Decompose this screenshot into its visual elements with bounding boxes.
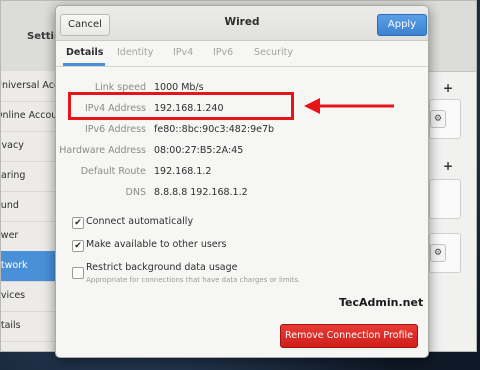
hardware-address-value: 08:00:27:B5:2A:45 [154,145,244,156]
available-to-others-label: Make available to other users [86,239,227,250]
watermark-text: TecAdmin.net [339,296,424,309]
sidebar-item-label: evices [1,290,26,301]
dns-label: DNS [125,187,146,198]
gear-icon[interactable]: ⚙ [430,110,446,128]
sidebar-item-power[interactable]: ower [1,221,59,252]
tab-identity[interactable]: Identity [117,47,153,58]
red-arrow-icon [304,98,394,114]
tab-details[interactable]: Details [66,47,103,58]
tab-security[interactable]: Security [254,47,293,58]
add-connection-plus-icon[interactable]: + [443,81,453,95]
wired-card: ⚙ [429,99,461,139]
proxy-card: ⚙ [429,233,461,273]
vpn-card [429,179,461,219]
tab-ipv6[interactable]: IPv6 [213,47,233,58]
sidebar-item-label: ower [1,230,19,241]
connect-automatically-checkbox[interactable]: ✔ [72,217,84,229]
sidebar-item-label: haring [1,170,26,181]
sidebar-item-label: ound [1,200,19,211]
sidebar-item-sound[interactable]: ound [1,191,59,222]
available-to-others-checkbox[interactable]: ✔ [72,240,84,252]
dialog-header: Cancel Wired Apply [56,6,428,41]
ipv4-highlight-box [68,92,294,120]
add-vpn-plus-icon[interactable]: + [443,159,453,173]
ipv6-address-value: fe80::8bc:90c3:482:9e7b [154,124,275,135]
sidebar-item-label: Online Accoun [1,110,59,121]
restrict-background-checkbox[interactable] [72,267,84,279]
dialog-title: Wired [224,16,260,28]
sidebar-item-privacy[interactable]: rivacy [1,131,59,162]
restrict-background-note: Appropriate for connections that have da… [86,276,301,284]
wired-dialog: Cancel Wired Apply Details Identity IPv4… [55,5,429,358]
sidebar-item-network[interactable]: etwork [1,251,59,282]
sidebar-item-label: etails [1,320,21,331]
settings-sidebar: Universal Acce Online Accoun rivacy hari… [1,71,60,351]
sidebar-item-label: rivacy [1,140,24,151]
gear-icon[interactable]: ⚙ [430,244,446,262]
sidebar-item-label: etwork [1,260,28,271]
sidebar-item-sharing[interactable]: haring [1,161,59,192]
dns-value: 8.8.8.8 192.168.1.2 [154,187,248,198]
dialog-tabs: Details Identity IPv4 IPv6 Security [56,40,428,67]
sidebar-item-devices[interactable]: evices [1,281,59,312]
sidebar-item-label: Universal Acce [1,80,59,91]
active-tab-indicator [63,63,105,66]
apply-button[interactable]: Apply [377,14,427,36]
default-route-value: 192.168.1.2 [154,166,212,177]
sidebar-item-universal-access[interactable]: Universal Acce [1,71,59,102]
sidebar-item-details[interactable]: etails [1,311,59,342]
tab-ipv4[interactable]: IPv4 [173,47,193,58]
connect-automatically-label: Connect automatically [86,216,194,227]
ipv6-address-label: IPv6 Address [84,124,146,135]
sidebar-item-online-accounts[interactable]: Online Accoun [1,101,59,132]
remove-connection-profile-button[interactable]: Remove Connection Profile [280,324,418,348]
restrict-background-label: Restrict background data usage [86,262,238,273]
hardware-address-label: Hardware Address [59,145,146,156]
default-route-label: Default Route [80,166,146,177]
